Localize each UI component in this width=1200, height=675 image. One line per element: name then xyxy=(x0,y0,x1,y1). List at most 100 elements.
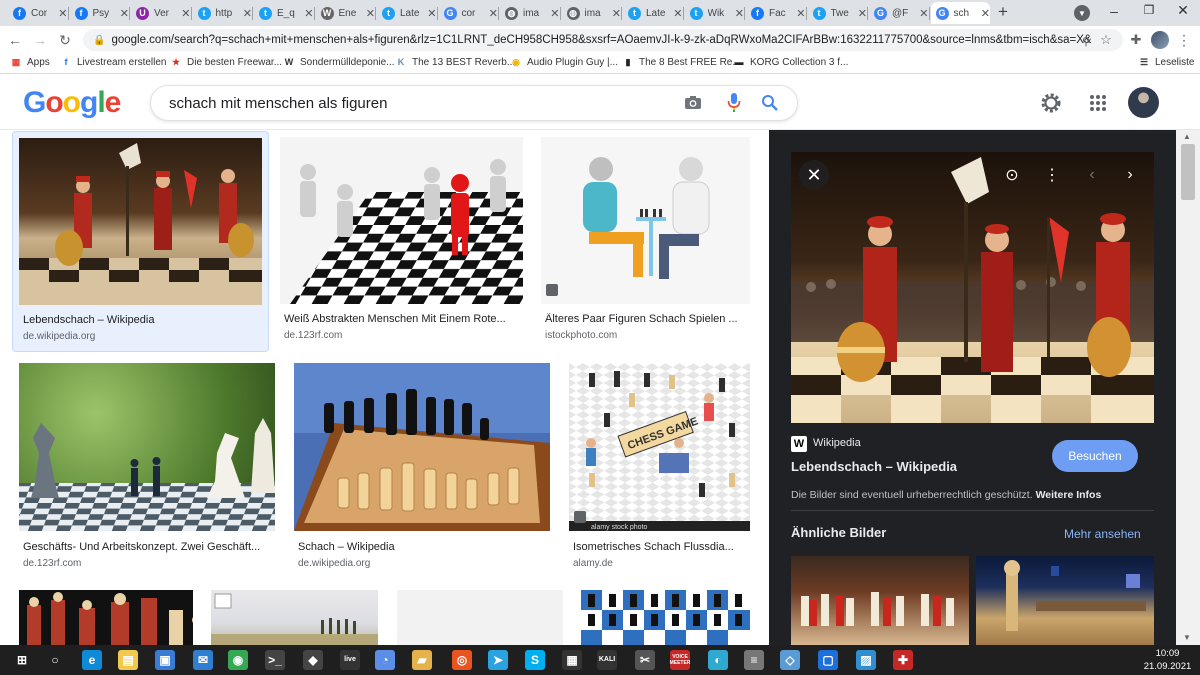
result-thumbnail[interactable] xyxy=(19,363,275,531)
search-input[interactable]: schach mit menschen als figuren xyxy=(169,95,387,112)
scroll-up-arrow-icon[interactable]: ▲ xyxy=(1183,132,1191,141)
browser-tab[interactable]: f Cor ✕ xyxy=(8,2,69,24)
result-thumbnail[interactable] xyxy=(211,590,378,645)
bookmark-item[interactable]: K The 13 BEST Reverb... xyxy=(395,56,515,68)
visit-button[interactable]: Besuchen xyxy=(1052,440,1138,472)
tab-close-icon[interactable]: ✕ xyxy=(120,7,129,20)
page-scrollbar[interactable]: ▲ ▼ xyxy=(1176,130,1200,645)
whatsapp-icon[interactable]: ◐ xyxy=(708,650,728,670)
tools-icon[interactable]: ✂ xyxy=(635,650,655,670)
previous-image-icon[interactable]: ‹ xyxy=(1081,164,1103,186)
browser-tab[interactable]: Gsch ✕ xyxy=(930,2,990,24)
profile-avatar[interactable] xyxy=(1151,31,1169,49)
bookmark-star-icon[interactable]: ☆ xyxy=(1096,30,1116,50)
bookmark-item[interactable]: ▬ KORG Collection 3 f... xyxy=(733,56,849,68)
result-thumbnail[interactable] xyxy=(541,137,750,304)
google-apps-grid-icon[interactable] xyxy=(1089,94,1107,112)
chrome-icon[interactable]: ◉ xyxy=(228,650,248,670)
more-options-icon[interactable]: ⋮ xyxy=(1041,164,1063,186)
store-icon[interactable]: ▣ xyxy=(155,650,175,670)
skype-icon[interactable]: S xyxy=(525,650,545,670)
result-title[interactable]: Geschäfts- Und Arbeitskonzept. Zwei Gesc… xyxy=(23,541,275,553)
address-bar[interactable]: 🔒 google.com/search?q=schach+mit+mensche… xyxy=(83,29,1123,51)
result-title[interactable]: Lebendschach – Wikipedia xyxy=(23,314,263,326)
result-thumbnail[interactable] xyxy=(397,590,563,645)
tab-close-icon[interactable]: ✕ xyxy=(612,7,621,20)
clock[interactable]: 10:09 21.09.2021 xyxy=(1140,647,1195,673)
result-title[interactable]: Isometrisches Schach Flussdia... xyxy=(573,541,750,553)
photos-icon[interactable]: ▨ xyxy=(856,650,876,670)
kali-icon[interactable]: KALI xyxy=(597,650,617,670)
result-card[interactable]: Älteres Paar Figuren Schach Spielen ... … xyxy=(541,137,750,347)
browser-tab[interactable]: U Ver ✕ xyxy=(131,2,192,24)
tab-close-icon[interactable]: ✕ xyxy=(58,7,67,20)
folder-icon[interactable]: ▰ xyxy=(412,650,432,670)
voicemeeter-icon[interactable]: VOICE MEETER xyxy=(670,650,690,670)
bookmark-item[interactable]: ◉ Audio Plugin Guy |... xyxy=(510,56,618,68)
settings-gear-icon[interactable] xyxy=(1040,92,1062,114)
back-button[interactable]: ← xyxy=(5,30,25,50)
result-card[interactable]: Geschäfts- Und Arbeitskonzept. Zwei Gesc… xyxy=(19,363,275,573)
result-title[interactable]: Weiß Abstrakten Menschen Mit Einem Rote.… xyxy=(284,313,524,325)
google-logo[interactable]: Google xyxy=(23,86,121,120)
chat-icon[interactable]: ◔ xyxy=(375,650,395,670)
result-title[interactable]: Schach – Wikipedia xyxy=(298,541,550,553)
extensions-puzzle-icon[interactable]: ✚ xyxy=(1126,30,1146,50)
result-card[interactable]: Lebendschach – Wikipedia de.wikipedia.or… xyxy=(12,131,269,352)
browser-tab[interactable]: t Late ✕ xyxy=(377,2,438,24)
tab-close-icon[interactable]: ✕ xyxy=(550,7,559,20)
account-avatar[interactable] xyxy=(1128,87,1159,118)
forward-button[interactable]: → xyxy=(30,30,50,50)
browser-tab[interactable]: G @F ✕ xyxy=(869,2,930,24)
camera-icon[interactable] xyxy=(684,95,702,110)
tab-close-icon[interactable]: ✕ xyxy=(735,7,744,20)
bookmark-item[interactable]: ★ Die besten Freewar... xyxy=(170,56,282,68)
mixer-icon[interactable]: ≡ xyxy=(744,650,764,670)
close-window-button[interactable]: ✕ xyxy=(1173,2,1193,20)
search-location-icon[interactable]: ⚲ xyxy=(1076,31,1096,51)
result-card[interactable]: Schach – Wikipedia de.wikipedia.org xyxy=(294,363,550,573)
result-thumbnail[interactable]: CHESS GAME alamy stock photo xyxy=(569,363,750,531)
browser-tab[interactable]: f Fac ✕ xyxy=(746,2,807,24)
result-thumbnail[interactable] xyxy=(280,137,523,304)
tab-close-icon[interactable]: ✕ xyxy=(673,7,682,20)
tab-close-icon[interactable]: ✕ xyxy=(858,7,867,20)
tab-search-button[interactable]: ▼ xyxy=(1074,5,1090,21)
result-thumbnail[interactable] xyxy=(581,590,750,645)
see-more-link[interactable]: Mehr ansehen xyxy=(1064,527,1141,541)
bookmark-item[interactable]: W Sondermülldeponie... xyxy=(283,56,395,68)
app-icon[interactable]: ◆ xyxy=(303,650,323,670)
tab-close-icon[interactable]: ✕ xyxy=(366,7,375,20)
monitor-icon[interactable]: ▢ xyxy=(818,650,838,670)
tab-close-icon[interactable]: ✕ xyxy=(181,7,190,20)
bookmark-item[interactable]: ▦ Apps xyxy=(10,56,50,68)
close-preview-button[interactable]: ✕ xyxy=(799,160,829,190)
result-thumbnail[interactable] xyxy=(19,590,193,645)
preview-title[interactable]: Lebendschach – Wikipedia xyxy=(791,459,957,474)
browser-tab[interactable]: t E_q ✕ xyxy=(254,2,315,24)
tab-close-icon[interactable]: ✕ xyxy=(427,7,436,20)
scroll-down-arrow-icon[interactable]: ▼ xyxy=(1183,633,1191,642)
new-tab-button[interactable]: + xyxy=(998,2,1008,22)
search-icon[interactable] xyxy=(761,94,779,112)
terminal-icon[interactable]: >_ xyxy=(265,650,285,670)
next-image-icon[interactable]: › xyxy=(1119,164,1141,186)
puzzle-icon[interactable]: ✚ xyxy=(893,650,913,670)
browser-tab[interactable]: t Twe ✕ xyxy=(808,2,868,24)
result-thumbnail[interactable] xyxy=(294,363,550,531)
browser-tab[interactable]: ◍ ima ✕ xyxy=(562,2,622,24)
similar-image[interactable] xyxy=(791,556,969,645)
result-title[interactable]: Älteres Paar Figuren Schach Spielen ... xyxy=(545,313,750,325)
result-card[interactable]: CHESS GAME alamy stock photo Isometrisch… xyxy=(569,363,750,573)
browser-tab[interactable]: W Ene ✕ xyxy=(316,2,376,24)
preview-image[interactable] xyxy=(791,152,1154,423)
search-box[interactable]: schach mit menschen als figuren xyxy=(150,85,798,121)
more-info-link[interactable]: Weitere Infos xyxy=(1036,489,1102,501)
reload-button[interactable]: ↻ xyxy=(55,30,75,50)
live-icon[interactable]: live xyxy=(340,650,360,670)
tab-close-icon[interactable]: ✕ xyxy=(304,7,313,20)
tab-close-icon[interactable]: ✕ xyxy=(796,7,805,20)
browser-tab[interactable]: t Wik ✕ xyxy=(685,2,745,24)
tab-close-icon[interactable]: ✕ xyxy=(243,7,252,20)
browser-tab[interactable]: Gcor ✕ xyxy=(439,2,499,24)
